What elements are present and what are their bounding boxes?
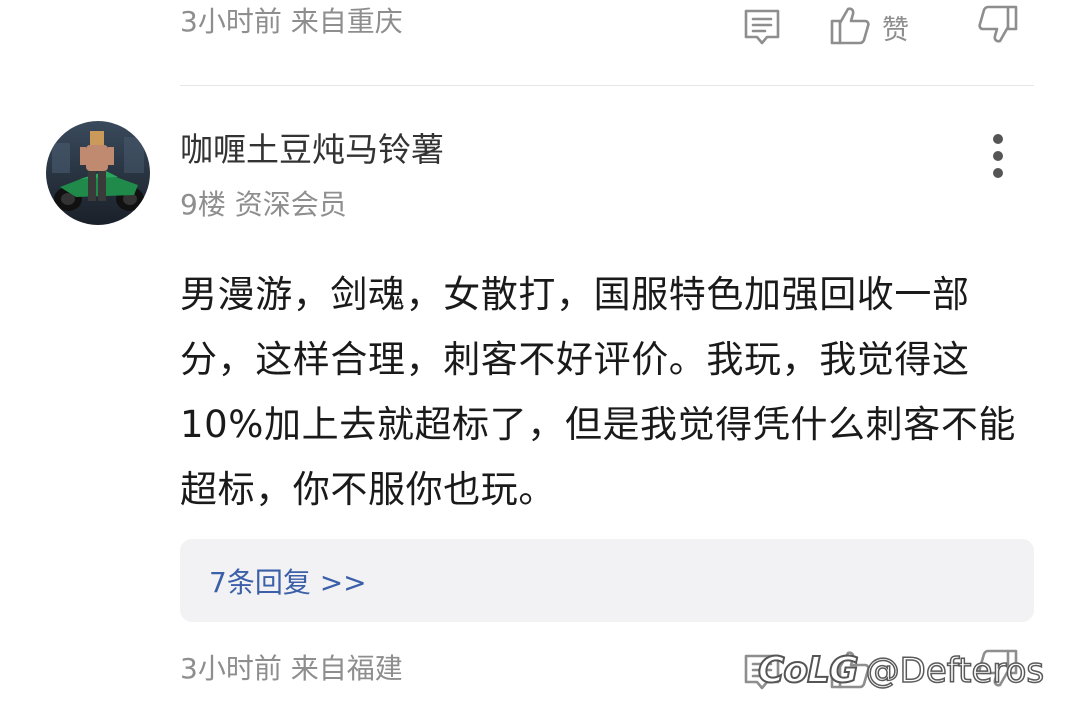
view-replies-link[interactable]: 7条回复 >> xyxy=(209,561,367,601)
comment-divider xyxy=(180,85,1034,86)
floor-member-level: 9楼 资深会员 xyxy=(180,188,347,221)
watermark-handle: @Defteros xyxy=(865,650,1045,692)
previous-comment-time-location: 3小时前 来自重庆 xyxy=(180,5,403,38)
watermark-logo: CoLG xyxy=(757,649,860,692)
thumbs-down-icon[interactable] xyxy=(976,3,1020,47)
comment-time-location: 3小时前 来自福建 xyxy=(180,652,403,685)
like-label[interactable]: 赞 xyxy=(882,8,909,47)
watermark: CoLG @Defteros xyxy=(757,649,1045,692)
comment-icon[interactable] xyxy=(741,6,783,48)
more-vertical-icon[interactable] xyxy=(980,133,1016,179)
thumbs-up-icon[interactable] xyxy=(828,3,872,47)
avatar[interactable] xyxy=(46,121,150,225)
comment-text: 男漫游，剑魂，女散打，国服特色加强回收一部分，这样合理，刺客不好评价。我玩，我觉… xyxy=(180,273,1017,511)
username[interactable]: 咖喱土豆炖马铃薯 xyxy=(180,131,444,168)
replies-box[interactable]: 7条回复 >> xyxy=(180,539,1034,622)
